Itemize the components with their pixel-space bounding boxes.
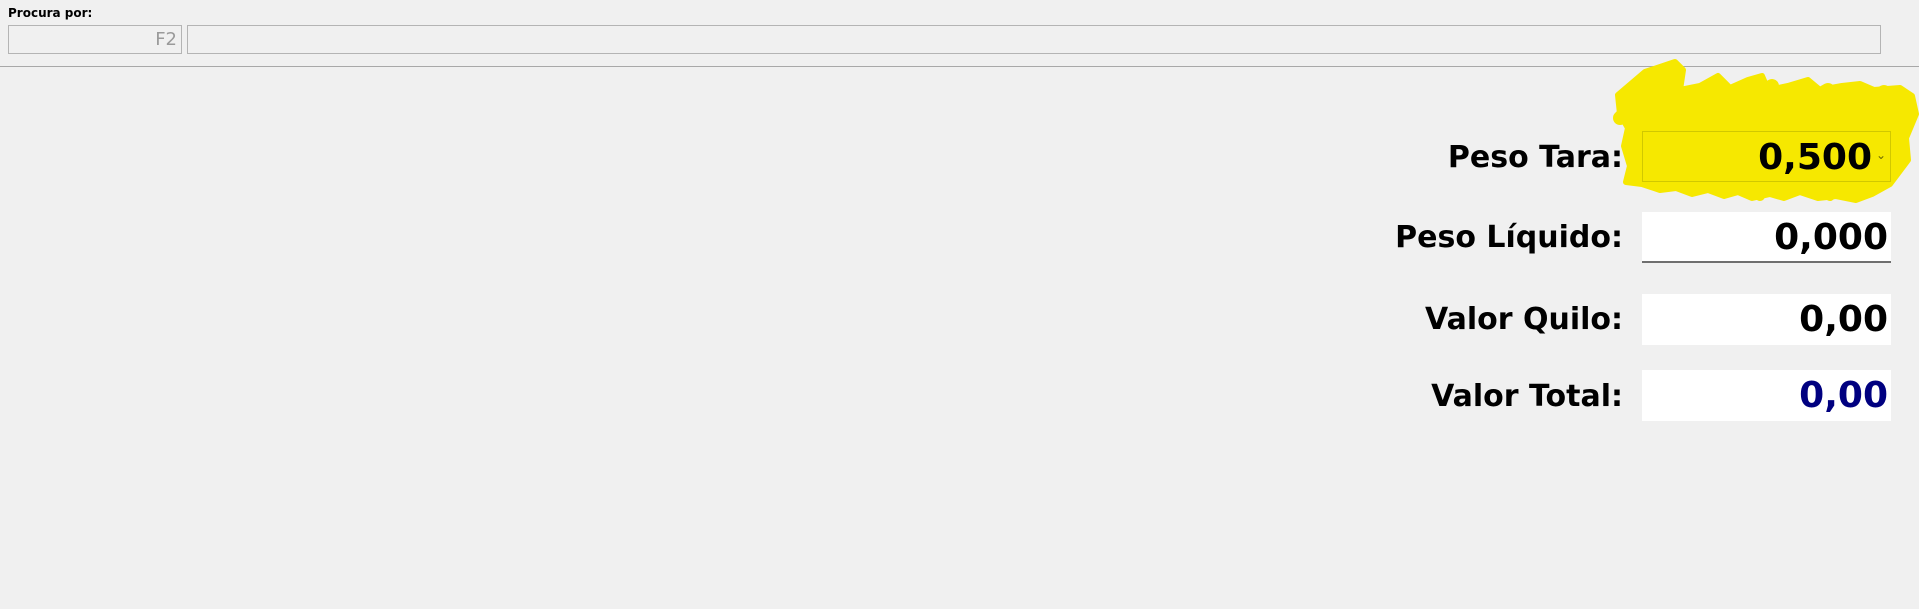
peso-liquido-label: Peso Líquido: xyxy=(1395,220,1623,255)
header-divider xyxy=(0,66,1919,67)
valor-total-label: Valor Total: xyxy=(1431,379,1623,414)
chevron-down-icon[interactable]: ⌄ xyxy=(1876,148,1886,162)
search-code-input[interactable] xyxy=(8,25,182,54)
peso-liquido-field[interactable]: 0,000 xyxy=(1642,212,1891,263)
search-description-input[interactable] xyxy=(187,25,1881,54)
peso-tara-label: Peso Tara: xyxy=(1447,140,1623,175)
valor-total-field[interactable]: 0,00 xyxy=(1642,370,1891,421)
peso-tara-field[interactable]: 0,500 xyxy=(1642,131,1891,182)
valor-quilo-label: Valor Quilo: xyxy=(1425,302,1623,337)
valor-quilo-field[interactable]: 0,00 xyxy=(1642,294,1891,345)
yellow-highlight-mark xyxy=(1613,59,1919,203)
search-label: Procura por: xyxy=(8,6,93,20)
